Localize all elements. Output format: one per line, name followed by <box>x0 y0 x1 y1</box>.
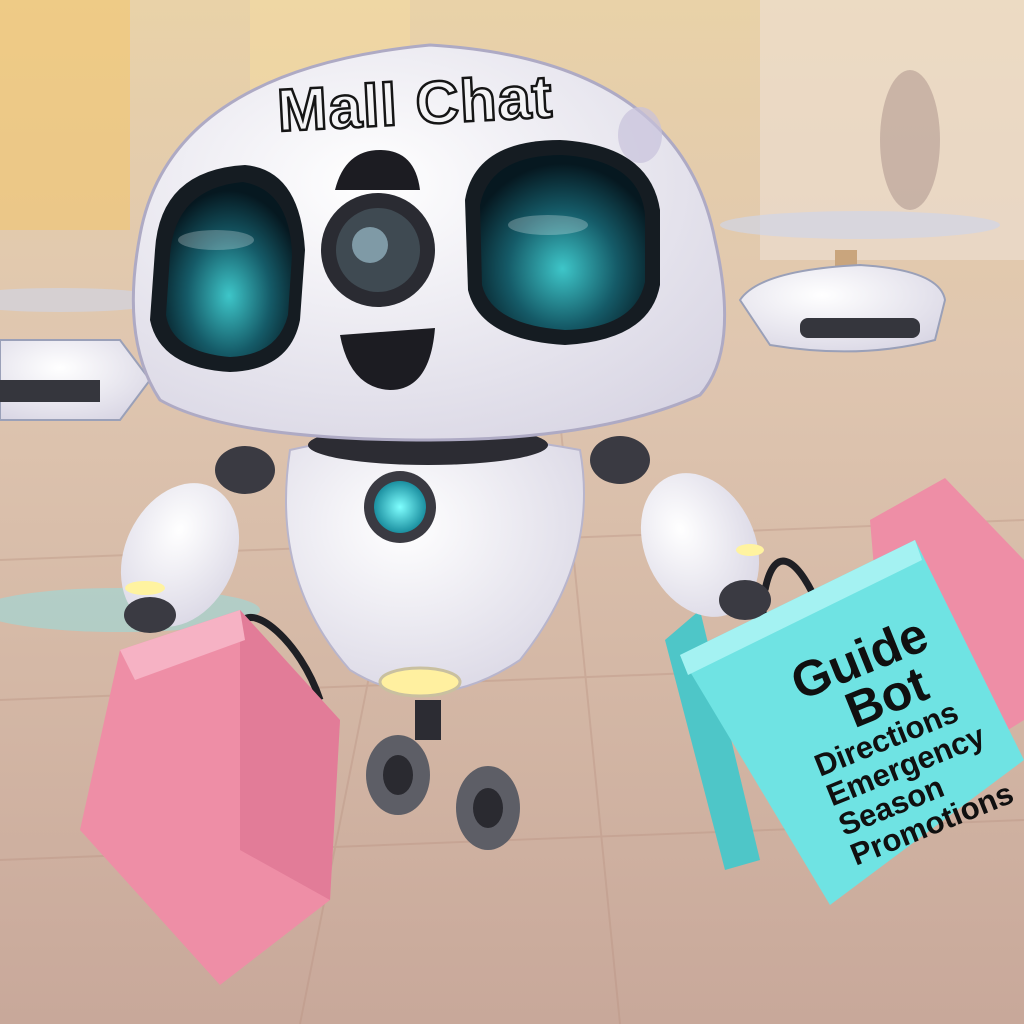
scene: Mall Chat Guide Bot Directions Emergency… <box>0 0 1024 1024</box>
mall-chat-label: Mall Chat <box>274 61 555 145</box>
